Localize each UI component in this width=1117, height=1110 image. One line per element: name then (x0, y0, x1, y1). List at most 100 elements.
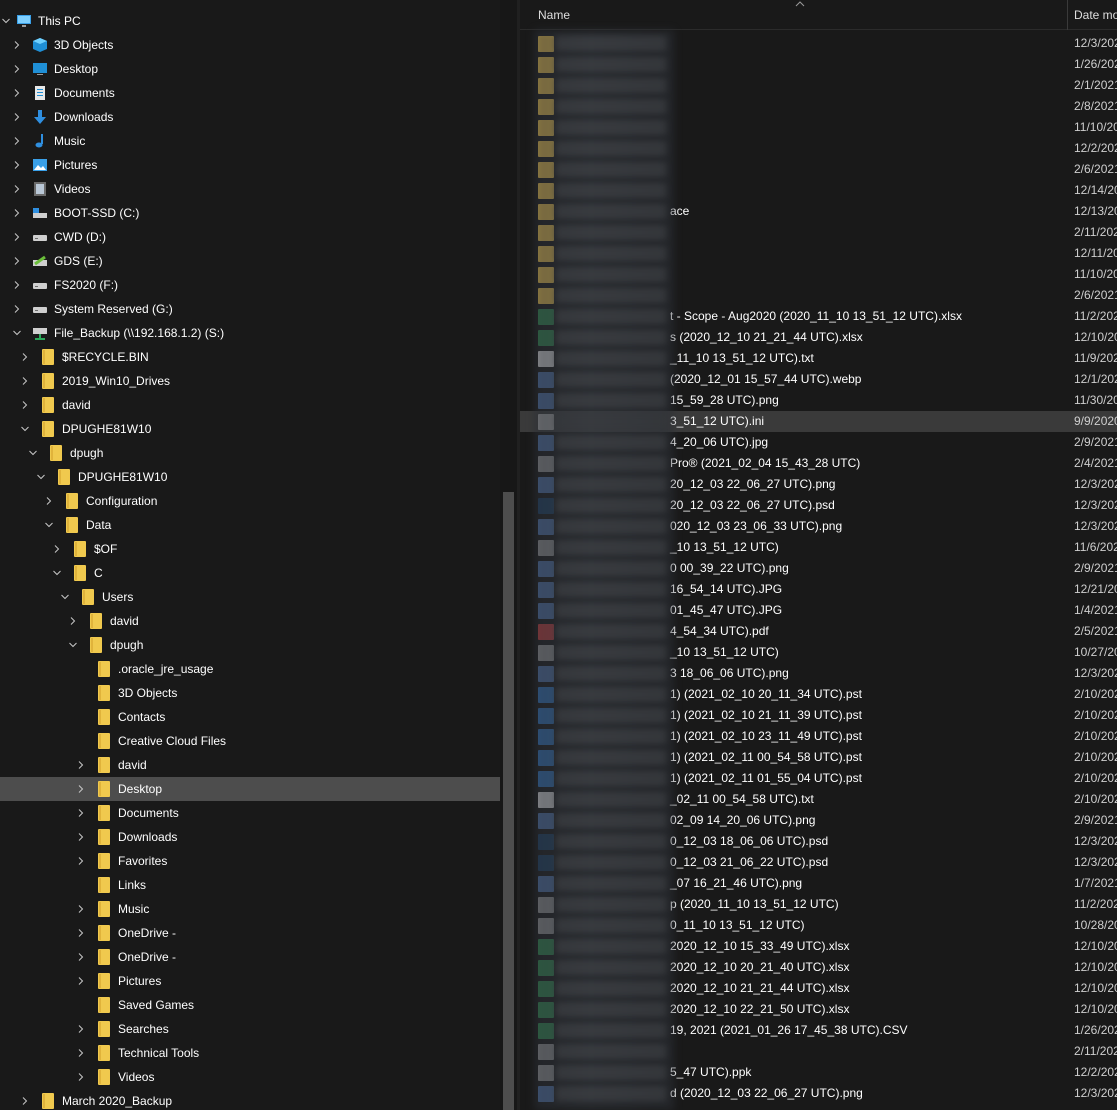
chevron-right-icon[interactable] (11, 81, 23, 105)
nav-item[interactable]: Desktop (0, 777, 500, 801)
nav-item[interactable]: OneDrive - (0, 921, 500, 945)
nav-item[interactable]: 2019_Win10_Drives (0, 369, 500, 393)
chevron-right-icon[interactable] (19, 345, 31, 369)
chevron-right-icon[interactable] (75, 969, 87, 993)
chevron-right-icon[interactable] (75, 921, 87, 945)
chevron-right-icon[interactable] (75, 897, 87, 921)
nav-item[interactable]: Music (0, 897, 500, 921)
nav-item[interactable]: david (0, 393, 500, 417)
nav-item[interactable]: Users (0, 585, 500, 609)
column-resize-handle[interactable] (1067, 0, 1068, 30)
chevron-right-icon[interactable] (75, 1041, 87, 1065)
nav-item[interactable]: david (0, 609, 500, 633)
nav-item[interactable]: Videos (0, 177, 500, 201)
chevron-right-icon[interactable] (11, 105, 23, 129)
nav-item[interactable]: 3D Objects (0, 681, 500, 705)
nav-item[interactable]: System Reserved (G:) (0, 297, 500, 321)
nav-item[interactable]: This PC (0, 9, 500, 33)
nav-item[interactable]: $OF (0, 537, 500, 561)
nav-item[interactable]: Music (0, 129, 500, 153)
chevron-down-icon[interactable] (59, 585, 71, 609)
file-date-modified: 12/10/20 (1074, 960, 1117, 974)
nav-item[interactable]: Downloads (0, 105, 500, 129)
chevron-right-icon[interactable] (75, 825, 87, 849)
chevron-right-icon[interactable] (11, 57, 23, 81)
nav-item[interactable]: david (0, 753, 500, 777)
chevron-right-icon[interactable] (11, 297, 23, 321)
nav-item[interactable]: Videos (0, 1065, 500, 1089)
chevron-right-icon[interactable] (75, 777, 87, 801)
chevron-right-icon[interactable] (51, 537, 63, 561)
nav-item[interactable]: Favorites (0, 849, 500, 873)
nav-item[interactable]: .oracle_jre_usage (0, 657, 500, 681)
nav-item[interactable]: CWD (D:) (0, 225, 500, 249)
nav-item[interactable]: Links (0, 873, 500, 897)
chevron-right-icon[interactable] (67, 609, 79, 633)
chevron-right-icon[interactable] (75, 753, 87, 777)
nav-item-label: david (118, 758, 147, 772)
chevron-right-icon[interactable] (11, 177, 23, 201)
nav-item[interactable]: 3D Objects (0, 33, 500, 57)
file-name: t - Scope - Aug2020 (2020_11_10 13_51_12… (670, 309, 962, 323)
file-date-modified: 12/13/20 (1074, 204, 1117, 218)
nav-item-label: This PC (38, 14, 81, 28)
nav-item[interactable]: GDS (E:) (0, 249, 500, 273)
chevron-right-icon[interactable] (75, 801, 87, 825)
chevron-down-icon[interactable] (27, 441, 39, 465)
chevron-down-icon[interactable] (0, 9, 12, 33)
nav-item[interactable]: Pictures (0, 969, 500, 993)
chevron-right-icon[interactable] (43, 489, 55, 513)
nav-item[interactable]: DPUGHE81W10 (0, 417, 500, 441)
nav-item[interactable]: dpugh (0, 441, 500, 465)
nav-item[interactable]: Data (0, 513, 500, 537)
nav-item[interactable]: Desktop (0, 57, 500, 81)
chevron-right-icon[interactable] (11, 249, 23, 273)
navigation-scrollbar-thumb[interactable] (503, 492, 514, 1110)
file-date-modified: 2/1/2021 (1074, 78, 1117, 92)
nav-item[interactable]: File_Backup (\\192.168.1.2) (S:) (0, 321, 500, 345)
chevron-right-icon[interactable] (11, 153, 23, 177)
nav-item[interactable]: dpugh (0, 633, 500, 657)
chevron-right-icon[interactable] (19, 393, 31, 417)
nav-item[interactable]: BOOT-SSD (C:) (0, 201, 500, 225)
drive-icon (32, 301, 48, 317)
chevron-right-icon[interactable] (11, 273, 23, 297)
chevron-right-icon[interactable] (19, 369, 31, 393)
nav-item[interactable]: Documents (0, 801, 500, 825)
chevron-right-icon[interactable] (11, 33, 23, 57)
chevron-right-icon[interactable] (11, 225, 23, 249)
nav-item[interactable]: FS2020 (F:) (0, 273, 500, 297)
nav-item[interactable]: Searches (0, 1017, 500, 1041)
nav-item[interactable]: Documents (0, 81, 500, 105)
chevron-right-icon[interactable] (75, 1017, 87, 1041)
chevron-down-icon[interactable] (11, 321, 23, 345)
chevron-down-icon[interactable] (19, 417, 31, 441)
chevron-right-icon[interactable] (75, 849, 87, 873)
chevron-right-icon[interactable] (75, 1065, 87, 1089)
nav-item[interactable]: March 2020_Backup (0, 1089, 500, 1110)
chevron-right-icon[interactable] (75, 945, 87, 969)
nav-item[interactable]: DPUGHE81W10 (0, 465, 500, 489)
chevron-right-icon[interactable] (11, 201, 23, 225)
file-date-modified: 2/9/2021 (1074, 435, 1117, 449)
chevron-down-icon[interactable] (35, 465, 47, 489)
column-header-date-modified[interactable]: Date mo (1074, 0, 1117, 30)
nav-item[interactable]: Creative Cloud Files (0, 729, 500, 753)
folder-icon (96, 973, 112, 989)
nav-item[interactable]: Configuration (0, 489, 500, 513)
nav-item[interactable]: Downloads (0, 825, 500, 849)
chevron-right-icon[interactable] (11, 129, 23, 153)
folder-icon (96, 709, 112, 725)
chevron-down-icon[interactable] (43, 513, 55, 537)
column-header-name[interactable]: Name (538, 0, 1068, 30)
nav-item[interactable]: Pictures (0, 153, 500, 177)
chevron-down-icon[interactable] (67, 633, 79, 657)
nav-item[interactable]: Contacts (0, 705, 500, 729)
nav-item[interactable]: Technical Tools (0, 1041, 500, 1065)
nav-item[interactable]: Saved Games (0, 993, 500, 1017)
nav-item[interactable]: $RECYCLE.BIN (0, 345, 500, 369)
nav-item[interactable]: C (0, 561, 500, 585)
nav-item[interactable]: OneDrive - (0, 945, 500, 969)
chevron-down-icon[interactable] (51, 561, 63, 585)
chevron-right-icon[interactable] (19, 1089, 31, 1110)
